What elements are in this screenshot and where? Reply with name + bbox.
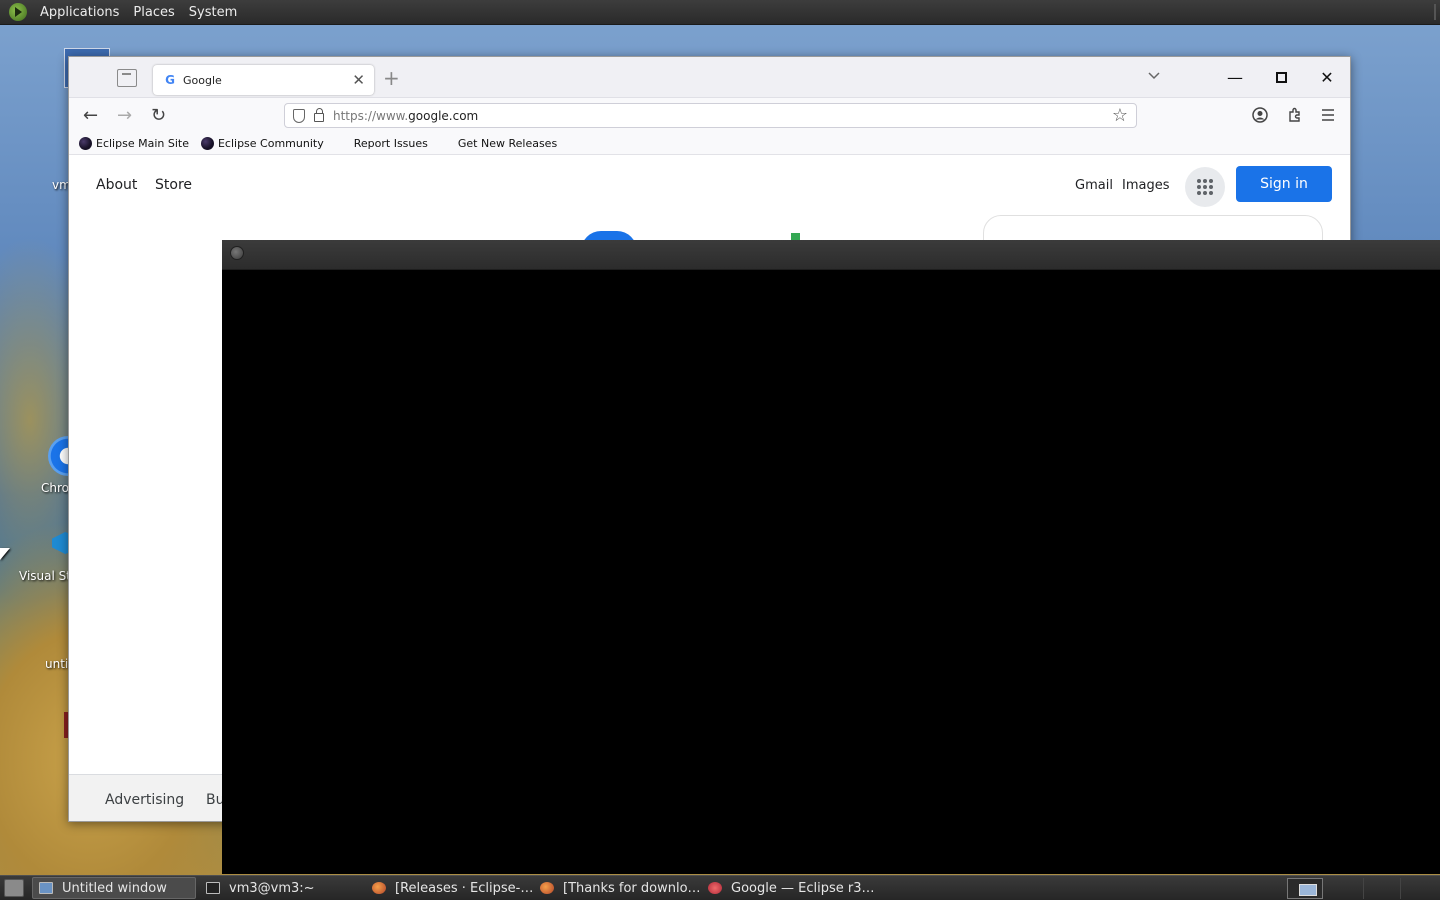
google-favicon-icon: G: [165, 73, 175, 87]
tab-google[interactable]: G Google ✕: [153, 65, 374, 95]
close-window-icon[interactable]: ✕: [1304, 57, 1350, 98]
list-all-tabs-icon[interactable]: [1147, 69, 1161, 83]
desktop-icon-label-vscode[interactable]: Visual St: [19, 569, 71, 583]
bookmark-report-issues[interactable]: Report Issues: [354, 137, 428, 150]
mouse-cursor-icon: [0, 548, 10, 560]
bookmark-star-icon[interactable]: ☆: [1112, 105, 1128, 126]
hamburger-menu-icon[interactable]: [1321, 108, 1335, 122]
menu-system[interactable]: System: [182, 5, 244, 20]
window-icon: [39, 882, 53, 894]
url-text[interactable]: https://www.google.com: [333, 109, 478, 123]
eclipse-icon: [79, 136, 92, 150]
terminal-icon: [206, 882, 220, 894]
gmail-link[interactable]: Gmail: [1075, 178, 1113, 193]
advertising-link[interactable]: Advertising: [105, 792, 184, 808]
back-icon[interactable]: ←: [83, 105, 98, 126]
url-bar[interactable]: https://www.google.com ☆: [284, 103, 1137, 128]
about-link[interactable]: About: [96, 177, 137, 193]
task-google-eclipse[interactable]: Google — Eclipse r3…: [702, 877, 874, 899]
applications-logo-icon[interactable]: [9, 3, 27, 21]
show-desktop-icon[interactable]: [4, 879, 24, 897]
firefox-view-icon[interactable]: [117, 69, 137, 87]
firefox-icon: [540, 882, 554, 894]
workspace-switcher-1[interactable]: [1287, 878, 1323, 899]
lock-icon[interactable]: [314, 108, 324, 122]
tab-bar: G Google ✕ + — ✕: [69, 57, 1350, 98]
menu-places[interactable]: Places: [126, 5, 181, 20]
store-link[interactable]: Store: [155, 177, 192, 193]
eclipse-icon: [708, 882, 722, 894]
navigation-toolbar: ← → ↻ https://www.google.com ☆: [69, 98, 1350, 132]
task-terminal[interactable]: vm3@vm3:~: [200, 877, 366, 899]
panel-separator: [1434, 4, 1436, 20]
google-apps-icon[interactable]: [1185, 167, 1225, 207]
forward-icon[interactable]: →: [117, 105, 132, 126]
untitled-window[interactable]: [222, 240, 1440, 874]
bookmarks-toolbar: Eclipse Main Site Eclipse Community Repo…: [69, 132, 1350, 155]
task-firefox-thanks[interactable]: [Thanks for downlo…: [534, 877, 702, 899]
reload-icon[interactable]: ↻: [151, 105, 166, 126]
account-icon[interactable]: [1252, 107, 1268, 123]
menu-applications[interactable]: Applications: [33, 5, 126, 20]
untitled-window-titlebar[interactable]: [222, 240, 1440, 270]
extensions-icon[interactable]: [1287, 107, 1303, 123]
top-panel: Applications Places System: [0, 0, 1440, 25]
window-controls: — ✕: [1212, 57, 1350, 98]
firefox-icon: [372, 882, 386, 894]
workspace-switcher-2[interactable]: [1363, 878, 1401, 899]
bookmark-get-new-releases[interactable]: Get New Releases: [458, 137, 557, 150]
tab-title: Google: [183, 73, 222, 87]
bottom-panel: Untitled window vm3@vm3:~ [Releases · Ec…: [0, 875, 1440, 900]
sign-in-button[interactable]: Sign in: [1236, 166, 1332, 202]
maximize-icon[interactable]: [1258, 57, 1304, 98]
bookmark-eclipse-main-site[interactable]: Eclipse Main Site: [79, 136, 189, 150]
eclipse-icon: [200, 136, 214, 150]
close-tab-icon[interactable]: ✕: [352, 71, 365, 89]
images-link[interactable]: Images: [1122, 178, 1170, 193]
desktop-icon-label-untitled[interactable]: unti: [45, 657, 68, 671]
minimize-icon[interactable]: —: [1212, 57, 1258, 98]
tracking-protection-icon[interactable]: [293, 108, 305, 123]
new-tab-icon[interactable]: +: [383, 66, 400, 90]
task-untitled-window[interactable]: Untitled window: [32, 877, 196, 899]
desktop-icon-label-chrome[interactable]: Chro: [41, 481, 69, 495]
task-firefox-releases[interactable]: [Releases · Eclipse-…: [366, 877, 534, 899]
bookmark-eclipse-community[interactable]: Eclipse Community: [200, 136, 324, 150]
window-menu-icon[interactable]: [230, 246, 244, 260]
